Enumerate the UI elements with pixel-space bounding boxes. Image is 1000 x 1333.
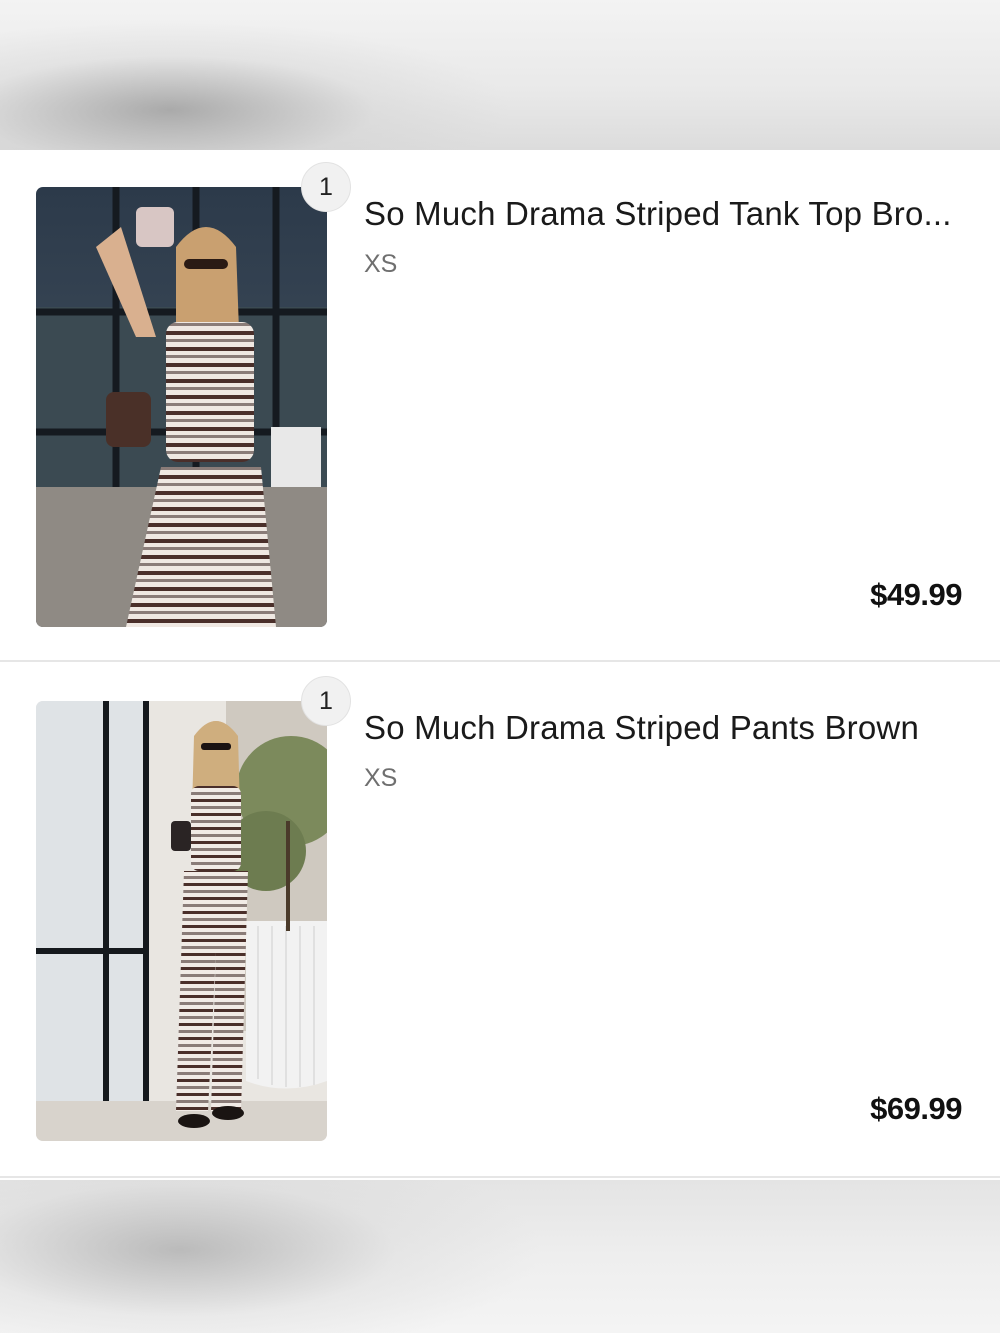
cart-item[interactable]: 1 So Much Drama Striped Pants Brown XS $… xyxy=(0,666,1000,1178)
bottom-blurred-region xyxy=(0,1180,1000,1333)
product-price: $69.99 xyxy=(870,1091,962,1126)
top-blurred-region xyxy=(0,0,1000,150)
cart-page: 1 So Much Drama Striped Tank Top Bro... … xyxy=(0,0,1000,1333)
quantity-badge: 1 xyxy=(301,162,351,212)
product-title[interactable]: So Much Drama Striped Tank Top Bro... xyxy=(364,195,964,233)
product-size: XS xyxy=(364,250,398,278)
cart-item[interactable]: 1 So Much Drama Striped Tank Top Bro... … xyxy=(0,152,1000,662)
product-size: XS xyxy=(364,764,398,792)
product-price: $49.99 xyxy=(870,577,962,612)
product-image[interactable] xyxy=(36,187,327,627)
quantity-badge: 1 xyxy=(301,676,351,726)
product-title[interactable]: So Much Drama Striped Pants Brown xyxy=(364,709,964,747)
product-image[interactable] xyxy=(36,701,327,1141)
